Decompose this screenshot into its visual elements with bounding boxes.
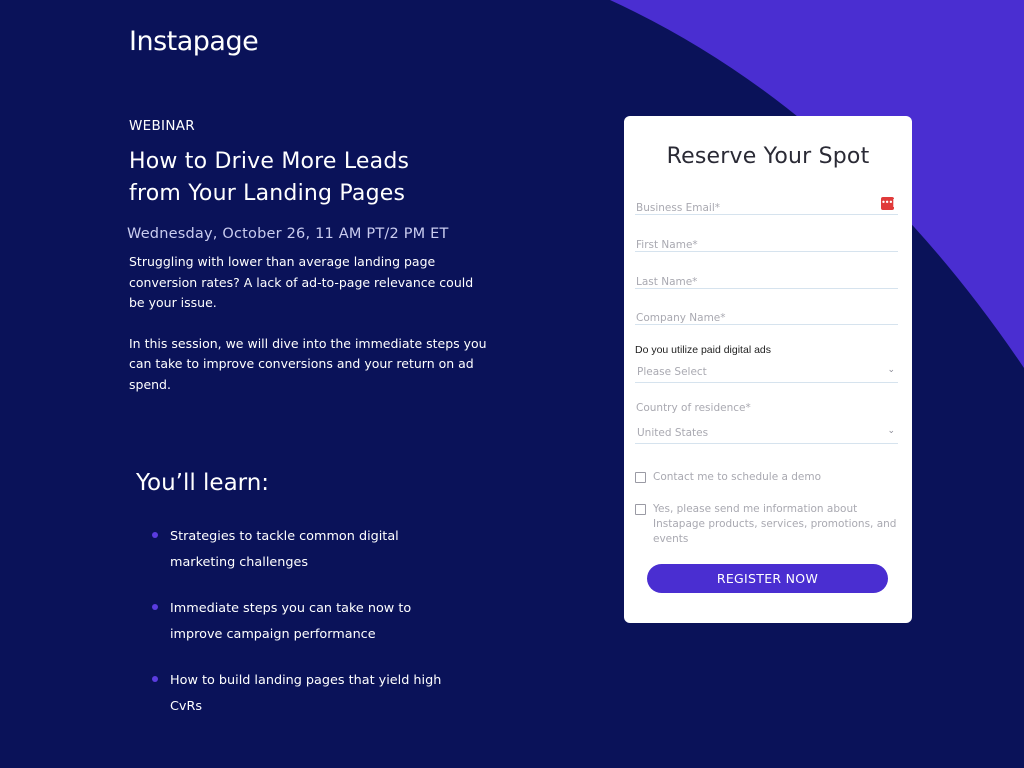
last-name-input[interactable] [635, 274, 871, 290]
last-name-field [635, 270, 898, 290]
headline-line-2: from Your Landing Pages [129, 181, 406, 206]
register-now-button[interactable]: REGISTER NOW [647, 564, 888, 593]
learn-item: Immediate steps you can take now to impr… [152, 596, 452, 648]
registration-form: Reserve Your Spot •••| Do you utilize pa… [624, 116, 912, 623]
description-paragraph: Struggling with lower than average landi… [129, 254, 474, 310]
paid-ads-label: Do you utilize paid digital ads [635, 344, 771, 356]
first-name-input[interactable] [635, 237, 871, 253]
company-name-field [635, 306, 898, 326]
business-email-field: •••| [635, 196, 898, 216]
chevron-down-icon: ⌄ [887, 426, 895, 436]
form-title: Reserve Your Spot [666, 144, 870, 169]
learn-item-text: Immediate steps you can take now to impr… [170, 601, 412, 642]
password-manager-icon[interactable]: •••| [881, 197, 895, 210]
demo-checkbox-label: Contact me to schedule a demo [653, 471, 822, 483]
bullet-icon [152, 676, 158, 682]
demo-checkbox[interactable] [635, 472, 646, 483]
learn-heading: You’ll learn: [136, 470, 270, 496]
instapage-logo[interactable]: Instapage [129, 26, 259, 57]
company-name-input[interactable] [635, 310, 871, 326]
country-selected-value: United States [637, 427, 709, 439]
first-name-field [635, 233, 898, 253]
chevron-down-icon: ⌄ [887, 365, 895, 375]
learn-item: How to build landing pages that yield hi… [152, 668, 452, 720]
webinar-intro: WEBINAR How to Drive More Leads from You… [127, 118, 489, 415]
description-paragraph: In this session, we will dive into the i… [129, 335, 487, 392]
country-select[interactable]: United States ⌄ [635, 426, 898, 444]
paid-ads-selected-value: Please Select [637, 366, 707, 378]
country-label: Country of residence* [636, 402, 751, 414]
marketing-consent-checkbox-row[interactable]: Yes, please send me information about In… [635, 502, 900, 547]
demo-checkbox-row[interactable]: Contact me to schedule a demo [635, 470, 900, 485]
bullet-icon [152, 604, 158, 610]
bullet-icon [152, 532, 158, 538]
learn-list: Strategies to tackle common digital mark… [152, 524, 452, 740]
learn-item-text: How to build landing pages that yield hi… [170, 673, 442, 714]
eyebrow-label: WEBINAR [129, 118, 195, 134]
paid-ads-select[interactable]: Please Select ⌄ [635, 365, 898, 383]
marketing-consent-checkbox[interactable] [635, 504, 646, 515]
headline-line-1: How to Drive More Leads [129, 149, 410, 174]
webinar-description: Struggling with lower than average landi… [129, 252, 489, 395]
business-email-input[interactable] [635, 200, 871, 216]
learn-item: Strategies to tackle common digital mark… [152, 524, 452, 576]
learn-item-text: Strategies to tackle common digital mark… [170, 529, 399, 570]
webinar-date: Wednesday, October 26, 11 AM PT/2 PM ET [127, 226, 449, 242]
marketing-consent-label: Yes, please send me information about In… [653, 503, 897, 545]
page-headline: How to Drive More Leads from Your Landin… [129, 146, 489, 210]
